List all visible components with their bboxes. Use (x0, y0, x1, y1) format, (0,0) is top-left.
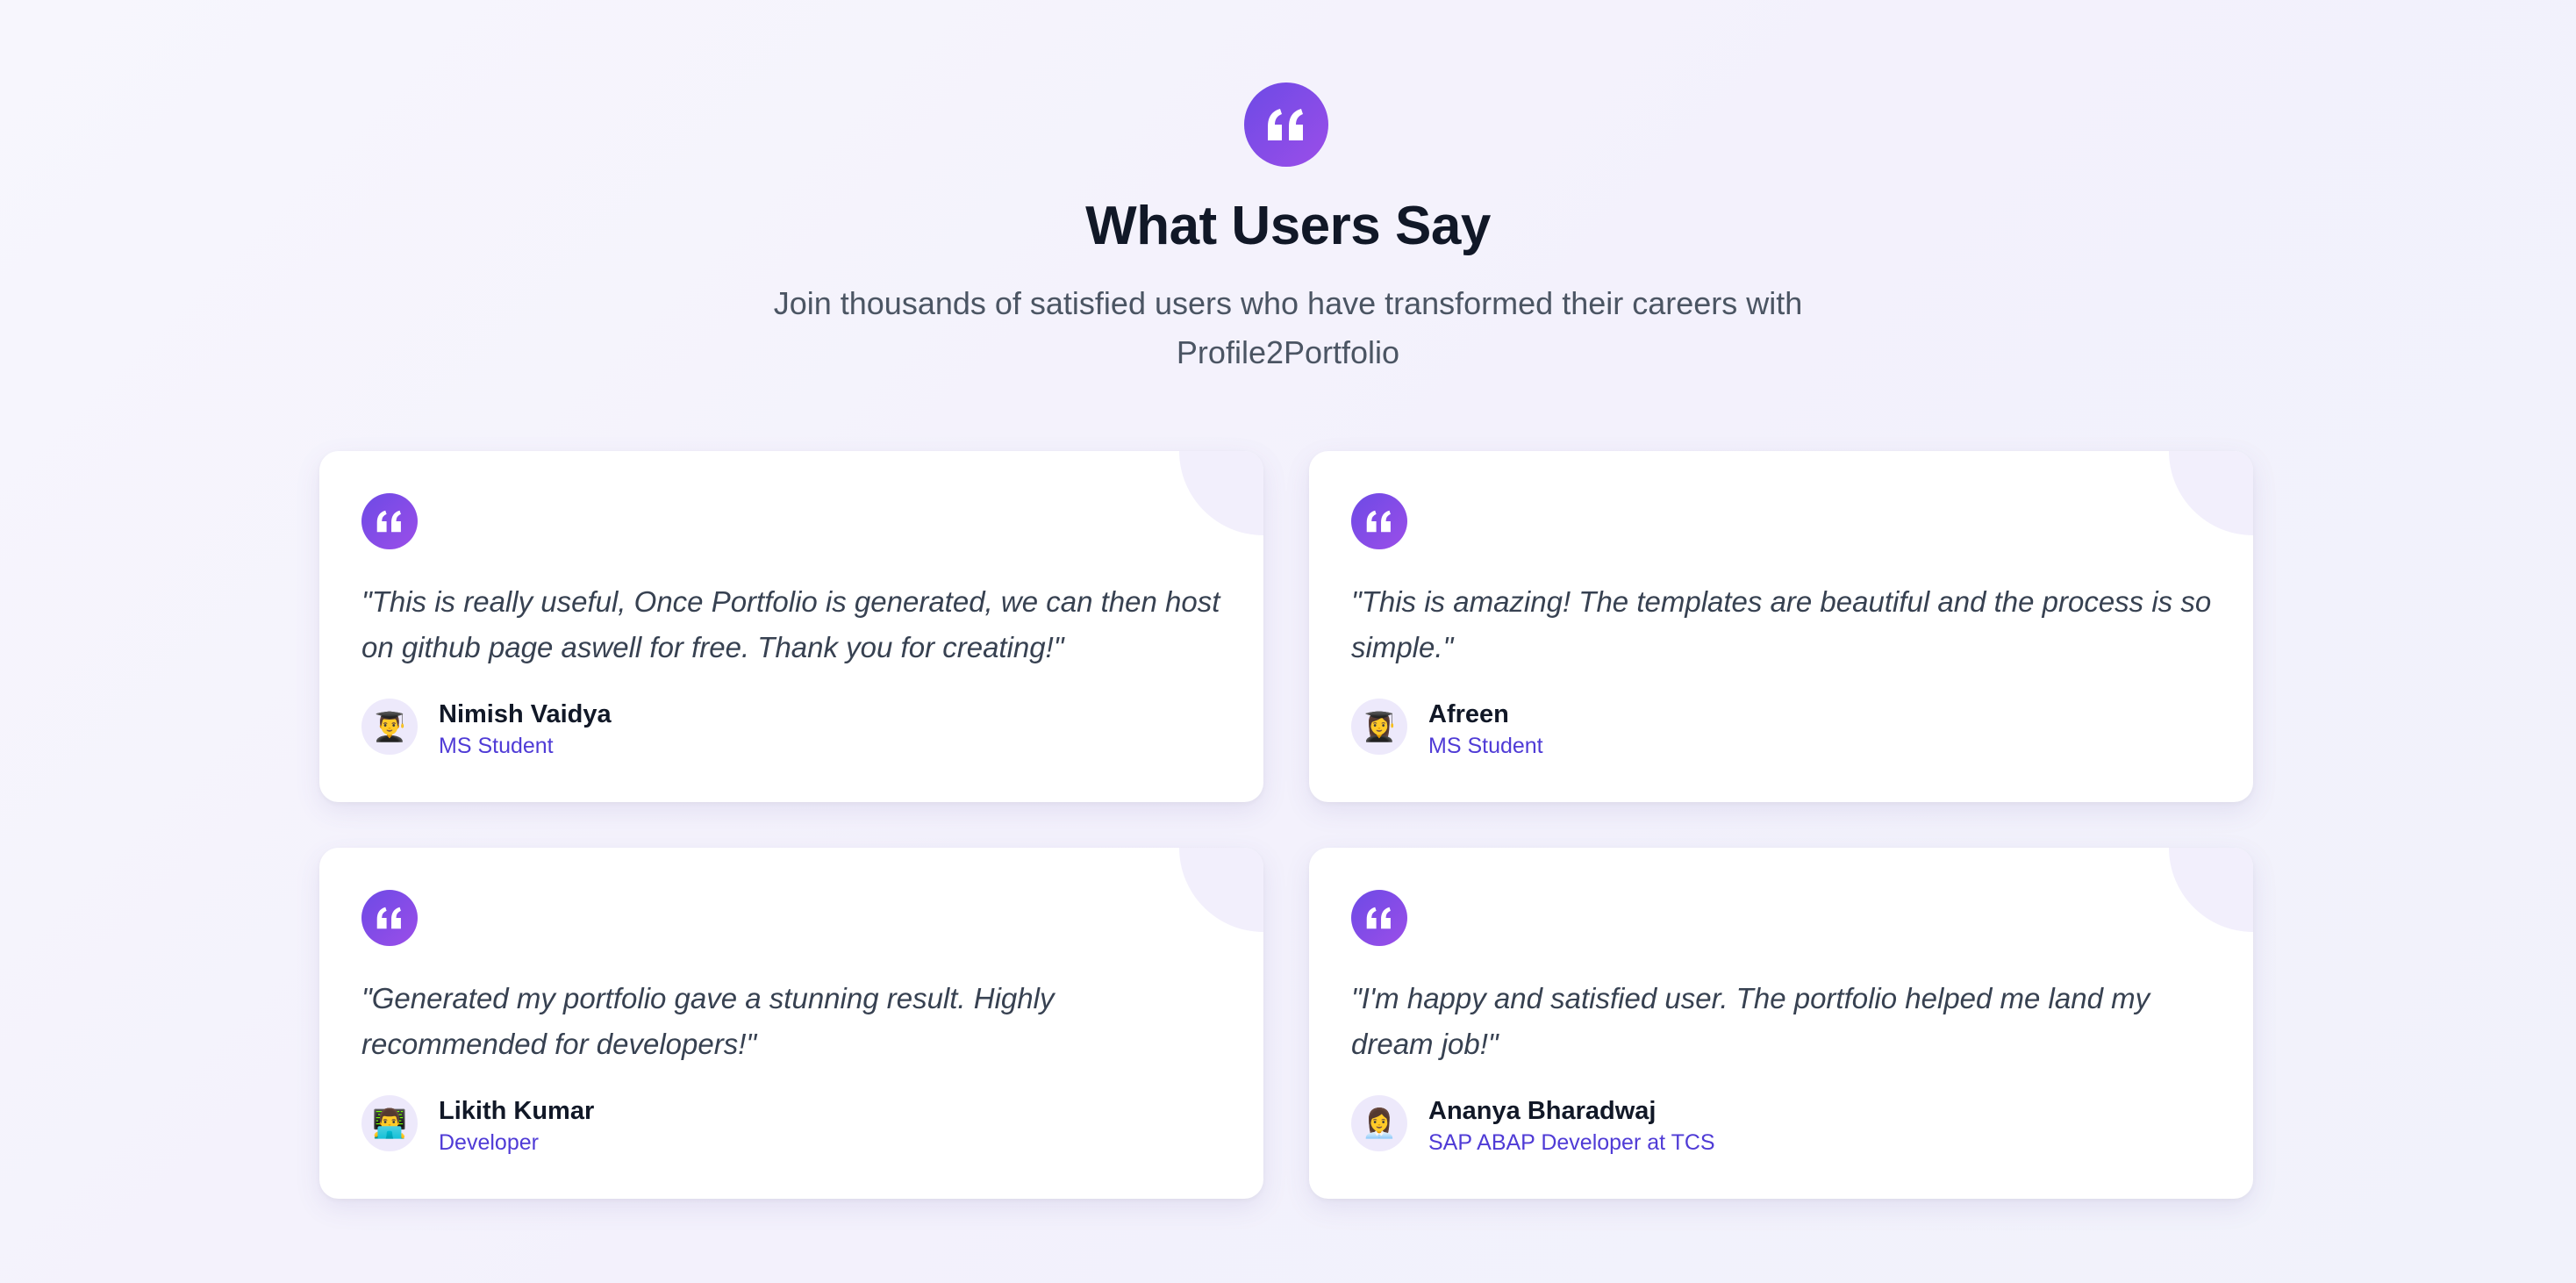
testimonial-author-name: Ananya Bharadwaj (1428, 1097, 1657, 1125)
testimonial-author-name: Likith Kumar (439, 1097, 595, 1125)
testimonial-card: "I'm happy and satisfied user. The portf… (1309, 848, 2253, 1199)
testimonial-author-role: Developer (439, 1130, 539, 1155)
quote-icon (1351, 493, 1407, 549)
card-corner-decoration (2169, 848, 2253, 932)
technologist-icon: 👨‍💻 (361, 1095, 418, 1151)
quote-icon (1351, 890, 1407, 946)
testimonial-author-role: SAP ABAP Developer at TCS (1428, 1130, 1715, 1155)
section-subtitle: Join thousands of satisfied users who ha… (773, 285, 1803, 370)
section-title: What Users Say (1085, 196, 1491, 256)
testimonial-card: "Generated my portfolio gave a stunning … (319, 848, 1263, 1199)
testimonials-section: What Users Say Join thousands of satisfi… (0, 0, 2576, 1283)
testimonial-author-role: MS Student (439, 734, 554, 758)
student-man-icon: 👨‍🎓 (361, 699, 418, 755)
testimonial-card: "This is really useful, Once Portfolio i… (319, 451, 1263, 802)
testimonial-quote: "This is amazing! The templates are beau… (1351, 585, 2212, 663)
testimonial-quote: "I'm happy and satisfied user. The portf… (1351, 982, 2150, 1060)
testimonial-author-role: MS Student (1428, 734, 1543, 758)
testimonial-card: "This is amazing! The templates are beau… (1309, 451, 2253, 802)
office-worker-icon: 👩‍💼 (1351, 1095, 1407, 1151)
card-corner-decoration (1179, 848, 1263, 932)
testimonial-author-name: Nimish Vaidya (439, 700, 612, 728)
quote-icon (361, 493, 418, 549)
quote-glyph (1268, 109, 1303, 140)
student-woman-icon: 👩‍🎓 (1351, 699, 1407, 755)
testimonial-quote: "This is really useful, Once Portfolio i… (361, 585, 1220, 663)
testimonial-quote: "Generated my portfolio gave a stunning … (361, 982, 1055, 1060)
card-corner-decoration (2169, 451, 2253, 535)
quote-icon (361, 890, 418, 946)
card-corner-decoration (1179, 451, 1263, 535)
testimonial-author-name: Afreen (1428, 700, 1509, 728)
quote-icon (1244, 82, 1328, 167)
